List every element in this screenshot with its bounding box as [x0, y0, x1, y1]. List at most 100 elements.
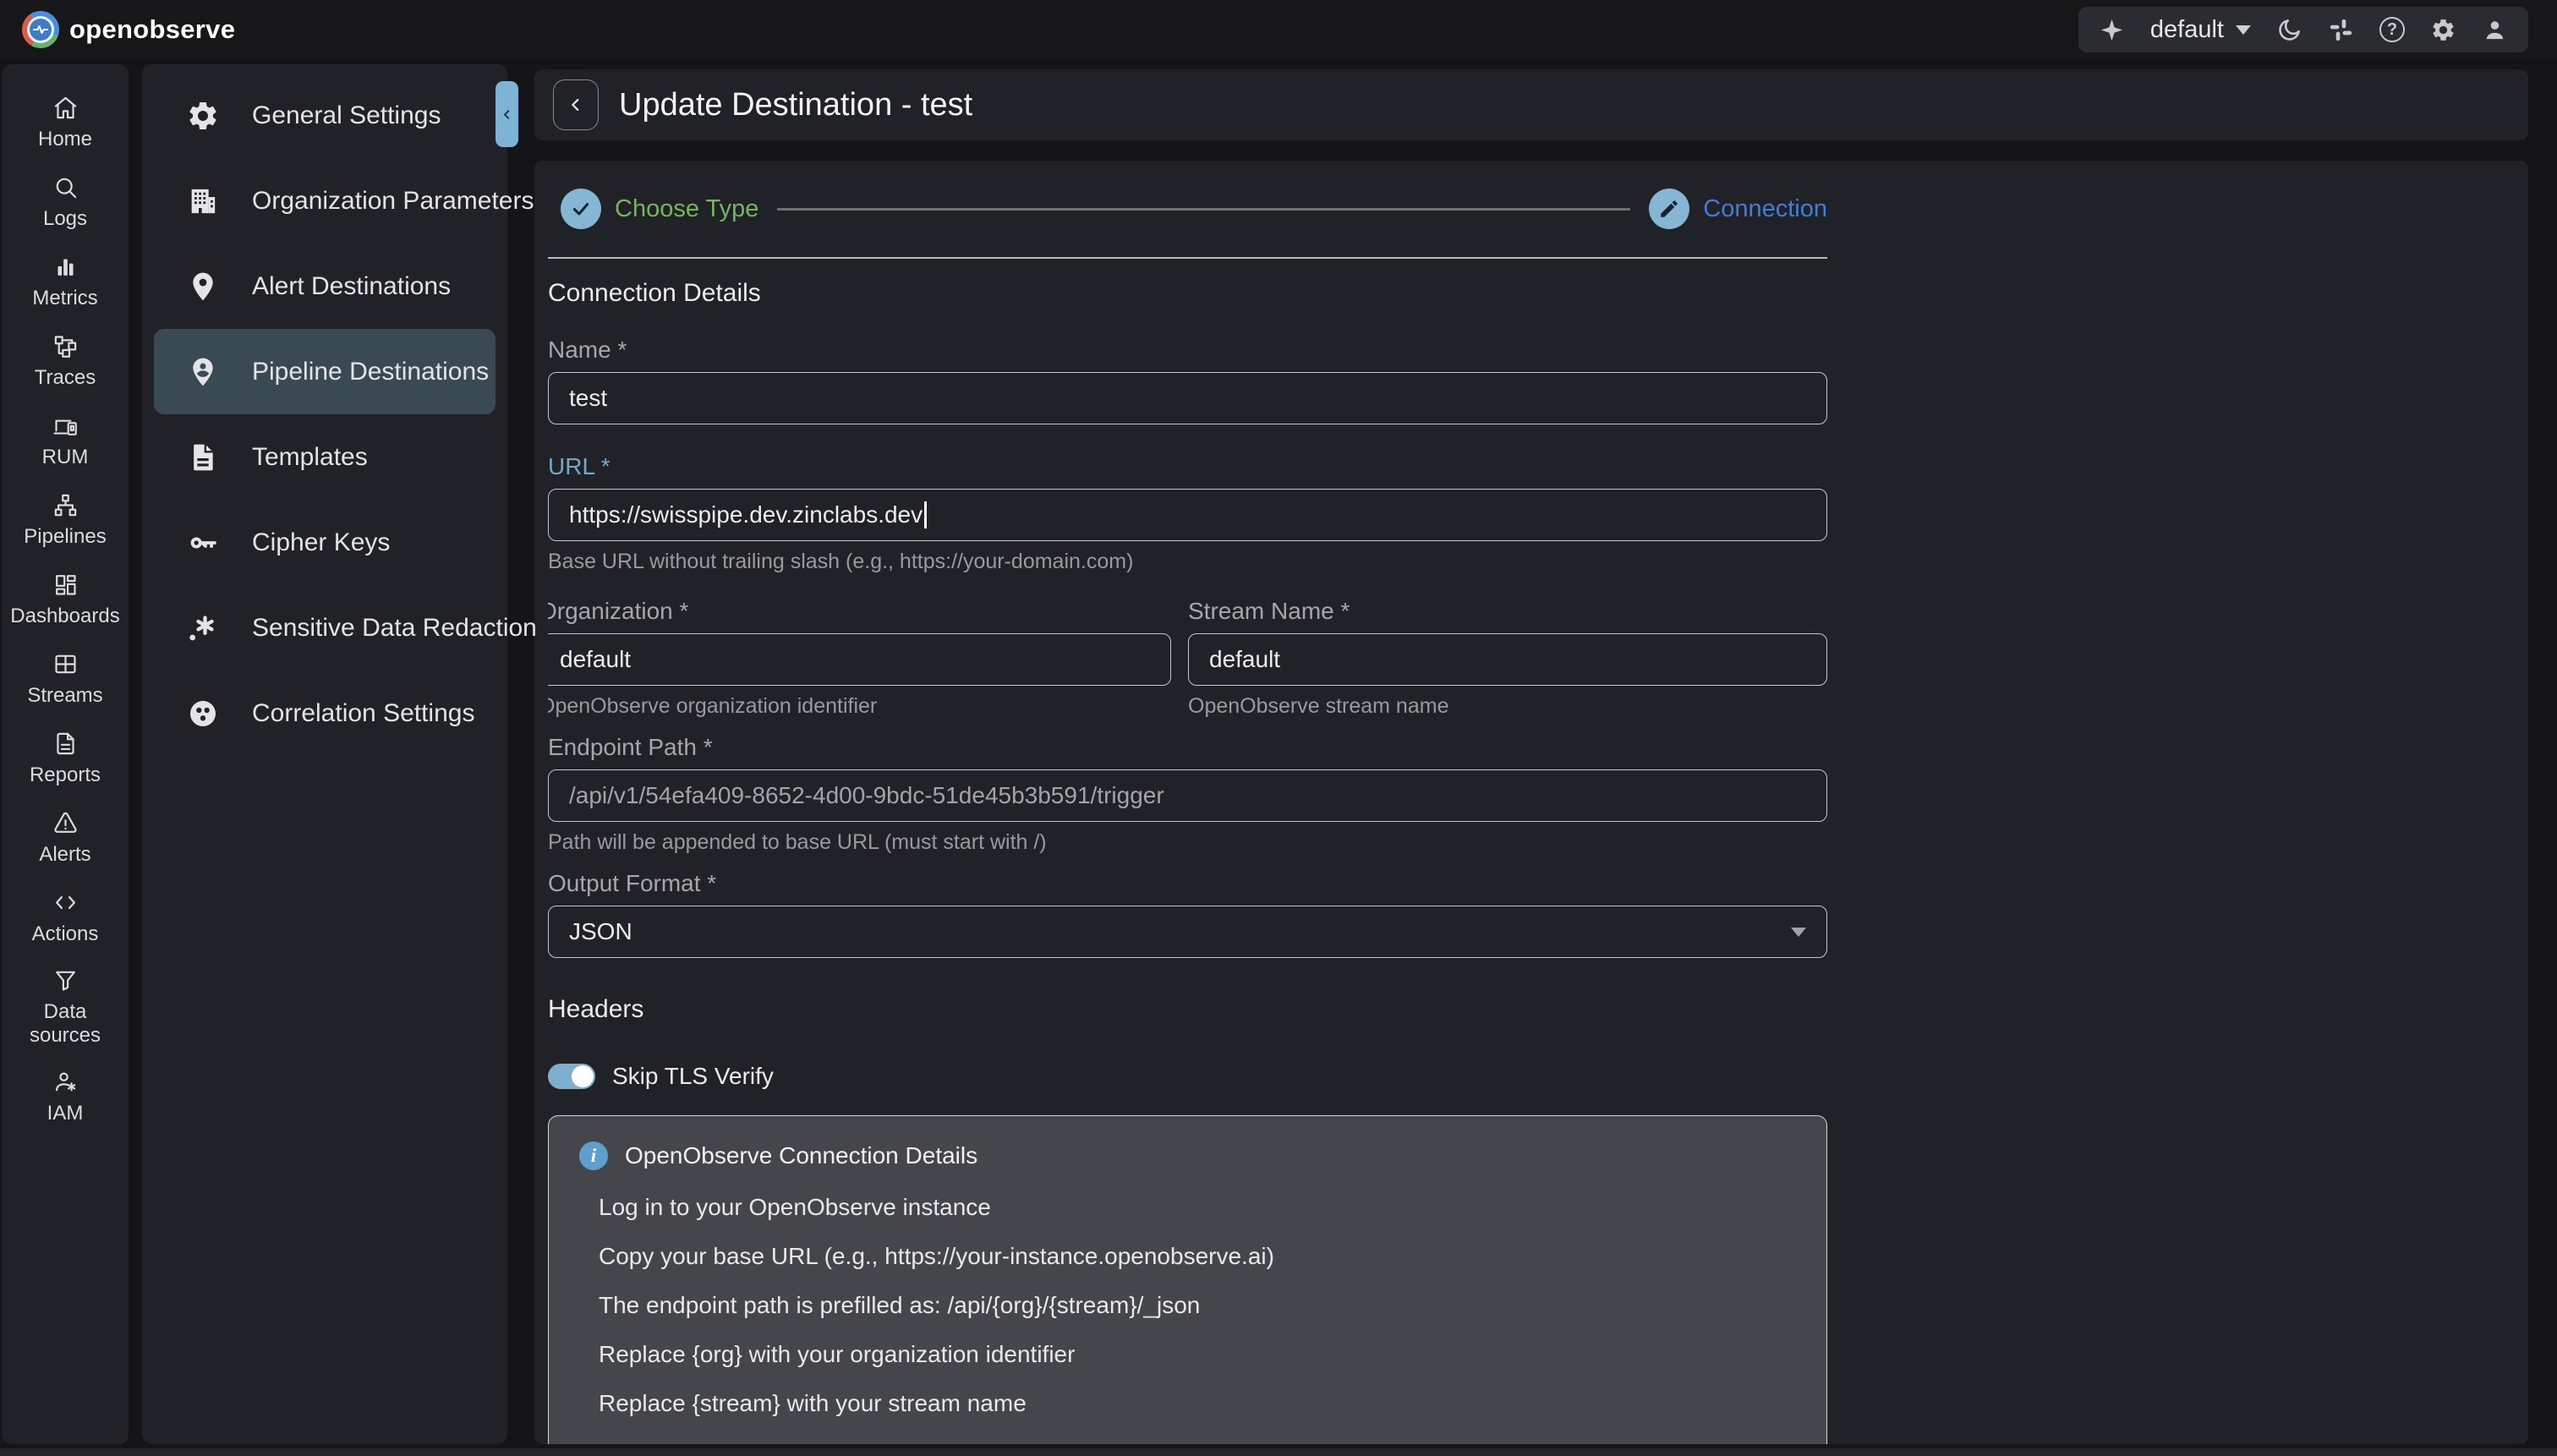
main-content: Update Destination - test Choose Type Co… [534, 69, 2528, 1444]
sparkle-icon[interactable] [2099, 17, 2125, 43]
section-title-headers: Headers [548, 995, 2528, 1024]
sidebar-item-actions[interactable]: Actions [2, 878, 129, 957]
back-button[interactable] [553, 79, 599, 130]
trace-nodes-icon [52, 333, 79, 359]
settings-item-templates[interactable]: Templates [154, 414, 496, 500]
person-pin-icon [186, 355, 220, 389]
key-icon [186, 526, 220, 560]
page-title: Update Destination - test [619, 87, 972, 123]
output-format-select[interactable]: JSON [548, 906, 1827, 958]
sidebar-item-logs[interactable]: Logs [2, 162, 129, 242]
building-icon [186, 184, 220, 218]
info-box-title: OpenObserve Connection Details [625, 1142, 977, 1169]
gear-icon [186, 99, 220, 133]
step-connection-circle[interactable] [1649, 189, 1689, 229]
chevron-left-icon [501, 108, 513, 121]
endpoint-path-hint: Path will be appended to base URL (must … [548, 830, 2528, 855]
settings-item-alert-destinations[interactable]: Alert Destinations [154, 244, 496, 329]
sidebar-item-data-sources[interactable]: Data sources [2, 957, 129, 1057]
stepper-divider [548, 257, 1827, 259]
section-title-connection-details: Connection Details [548, 279, 2528, 308]
asterisk-icon [186, 611, 220, 645]
settings-item-organization-parameters[interactable]: Organization Parameters [154, 158, 496, 244]
toggle-thumb [572, 1065, 594, 1087]
check-icon [570, 198, 592, 220]
field-label-url: URL * [548, 453, 2528, 480]
skip-tls-toggle[interactable] [548, 1064, 595, 1089]
sidebar-item-streams[interactable]: Streams [2, 639, 129, 719]
step-choose-type-circle[interactable] [561, 189, 601, 229]
slack-icon[interactable] [2328, 17, 2354, 43]
stream-name-input[interactable]: default [1188, 633, 1827, 686]
org-selector[interactable]: default [2150, 16, 2251, 44]
location-pin-icon [186, 270, 220, 304]
user-profile-icon[interactable] [2482, 17, 2508, 43]
search-icon [52, 174, 79, 200]
node-tree-icon [52, 492, 79, 518]
code-brackets-icon [52, 889, 79, 916]
info-line: Copy your base URL (e.g., https://your-i… [599, 1245, 1801, 1268]
sidebar-item-iam[interactable]: IAM [2, 1057, 129, 1136]
sidebar-item-home[interactable]: Home [2, 83, 129, 162]
connection-info-box: i OpenObserve Connection Details Log in … [548, 1115, 1827, 1444]
warning-triangle-icon [52, 810, 79, 836]
settings-item-sensitive-data-redaction[interactable]: Sensitive Data Redaction [154, 585, 496, 671]
page-title-bar: Update Destination - test [534, 69, 2528, 140]
stream-name-hint: OpenObserve stream name [1188, 694, 1827, 719]
sidebar-collapse-button[interactable] [496, 81, 518, 147]
sidebar-item-dashboards[interactable]: Dashboards [2, 560, 129, 639]
devices-icon [52, 413, 79, 439]
chevron-down-icon [1791, 928, 1806, 937]
sidebar-item-alerts[interactable]: Alerts [2, 798, 129, 878]
file-document-icon [186, 441, 220, 474]
destination-form-card: Choose Type Connection Connection Detail… [534, 161, 2528, 1444]
info-line: Replace {stream} with your stream name [599, 1392, 1801, 1415]
pencil-icon [1658, 198, 1680, 220]
info-line: Replace {org} with your organization ide… [599, 1343, 1801, 1366]
skip-tls-row: Skip TLS Verify [548, 1063, 2528, 1090]
top-header: openobserve default ? [0, 0, 2557, 59]
sidebar-item-rum[interactable]: RUM [2, 401, 129, 480]
sidebar-item-pipelines[interactable]: Pipelines [2, 480, 129, 560]
dark-mode-moon-icon[interactable] [2276, 17, 2302, 43]
step-label-choose-type[interactable]: Choose Type [615, 195, 758, 223]
openobserve-logo-icon [22, 11, 59, 48]
organization-input[interactable]: default [548, 633, 1171, 686]
endpoint-path-input[interactable]: /api/v1/54efa409-8652-4d00-9bdc-51de45b3… [548, 769, 1827, 822]
stepper-connector-line [777, 208, 1630, 211]
skip-tls-label: Skip TLS Verify [612, 1063, 774, 1090]
url-hint: Base URL without trailing slash (e.g., h… [548, 550, 2528, 574]
sidebar-item-traces[interactable]: Traces [2, 321, 129, 401]
org-selector-value: default [2150, 16, 2224, 44]
sidebar-item-reports[interactable]: Reports [2, 719, 129, 798]
field-label-endpoint-path: Endpoint Path * [548, 734, 2528, 761]
organization-hint: OpenObserve organization identifier [548, 694, 1171, 719]
settings-item-pipeline-destinations[interactable]: Pipeline Destinations [154, 329, 496, 414]
help-icon[interactable]: ? [2379, 17, 2405, 42]
text-cursor [924, 501, 927, 528]
info-box-header: i OpenObserve Connection Details [579, 1141, 1801, 1170]
stream-name-column: Stream Name * default OpenObserve stream… [1188, 598, 1827, 719]
info-line: The endpoint path is prefilled as: /api/… [599, 1294, 1801, 1317]
funnel-icon [52, 967, 79, 993]
info-icon: i [579, 1141, 608, 1170]
dot-cluster-icon [186, 697, 220, 731]
settings-item-correlation-settings[interactable]: Correlation Settings [154, 671, 496, 756]
name-input[interactable]: test [548, 372, 1827, 424]
url-input[interactable]: https://swisspipe.dev.zinclabs.dev [548, 489, 1827, 541]
settings-item-cipher-keys[interactable]: Cipher Keys [154, 500, 496, 585]
bar-chart-icon [52, 254, 79, 280]
settings-gear-icon[interactable] [2430, 17, 2456, 43]
page-body: Home Logs Metrics Traces RUM Pipelines [0, 59, 2557, 1456]
step-label-connection[interactable]: Connection [1703, 195, 1827, 223]
header-controls: default ? [2078, 7, 2528, 52]
org-stream-row: Organization * default OpenObserve organ… [548, 598, 1827, 719]
field-label-stream-name: Stream Name * [1188, 598, 1827, 625]
info-line: Log in to your OpenObserve instance [599, 1196, 1801, 1219]
user-gear-icon [52, 1069, 79, 1095]
settings-item-general-settings[interactable]: General Settings [154, 73, 496, 158]
app-root: openobserve default ? [0, 0, 2557, 1456]
sidebar-item-metrics[interactable]: Metrics [2, 242, 129, 321]
dashboard-grid-icon [52, 572, 79, 598]
brand: openobserve [22, 11, 235, 48]
